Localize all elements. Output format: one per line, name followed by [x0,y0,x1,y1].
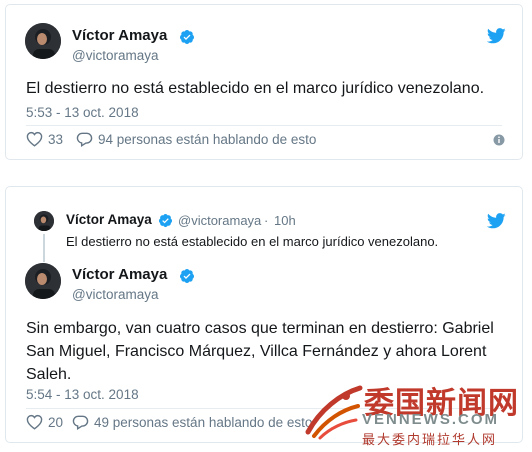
twitter-bird-icon[interactable] [487,213,506,229]
author-handle[interactable]: @victoramaya [72,287,158,302]
tweet-text: El destierro no está establecido en el m… [26,80,485,97]
like-count: 33 [48,131,64,147]
tweet-text-line-1: Sin embargo, van cuatro casos que termin… [26,320,494,337]
info-icon[interactable] [493,134,505,146]
watermark-tagline: 最大委内瑞拉华人网 [362,433,498,448]
heart-icon [26,131,43,147]
parent-author-name[interactable]: Víctor Amaya [66,212,152,227]
heart-icon [26,414,43,430]
tweet-timestamp[interactable]: 5:54 - 13 oct. 2018 [26,387,139,402]
watermark-url: VENNEWS.COM [362,411,500,428]
avatar[interactable] [25,23,61,59]
parent-author-handle[interactable]: @victoramaya [178,213,261,228]
watermark: 委国新闻网 VENNEWS.COM 最大委内瑞拉华人网 [300,378,532,452]
verified-badge-icon [158,213,173,228]
watermark-logo-icon [305,385,363,440]
conversation-link[interactable]: 49 personas están hablando de esto [72,414,312,430]
like-button[interactable]: 33 [26,131,63,147]
talking-count: 49 personas están hablando de esto [94,414,313,430]
parent-tweet-age[interactable]: 10h [274,213,296,228]
like-button[interactable]: 20 [26,414,63,430]
divider [26,125,502,126]
tweet-text-line-3: Saleh. [26,366,72,383]
author-name[interactable]: Víctor Amaya [72,266,167,283]
separator-dot: · [264,213,269,228]
conversation-link[interactable]: 94 personas están hablando de esto [76,131,316,147]
speech-bubble-icon [72,415,89,430]
parent-avatar[interactable] [34,211,54,231]
tweet-text-line-2: San Miguel, Francisco Márquez, Villca Fe… [26,343,487,360]
talking-count: 94 personas están hablando de esto [98,131,317,147]
speech-bubble-icon [76,132,93,147]
author-name[interactable]: Víctor Amaya [72,27,167,44]
verified-badge-icon [179,30,194,44]
author-handle[interactable]: @victoramaya [72,48,158,63]
verified-badge-icon [179,269,194,283]
tweet-card-1[interactable]: Víctor Amaya @victoramaya El destierro n… [5,4,523,160]
twitter-bird-icon[interactable] [487,28,506,44]
tweet-timestamp[interactable]: 5:53 - 13 oct. 2018 [26,105,139,120]
thread-line [43,234,45,262]
avatar[interactable] [25,263,61,299]
like-count: 20 [48,414,64,430]
parent-tweet-text: El destierro no está establecido en el m… [66,234,439,249]
